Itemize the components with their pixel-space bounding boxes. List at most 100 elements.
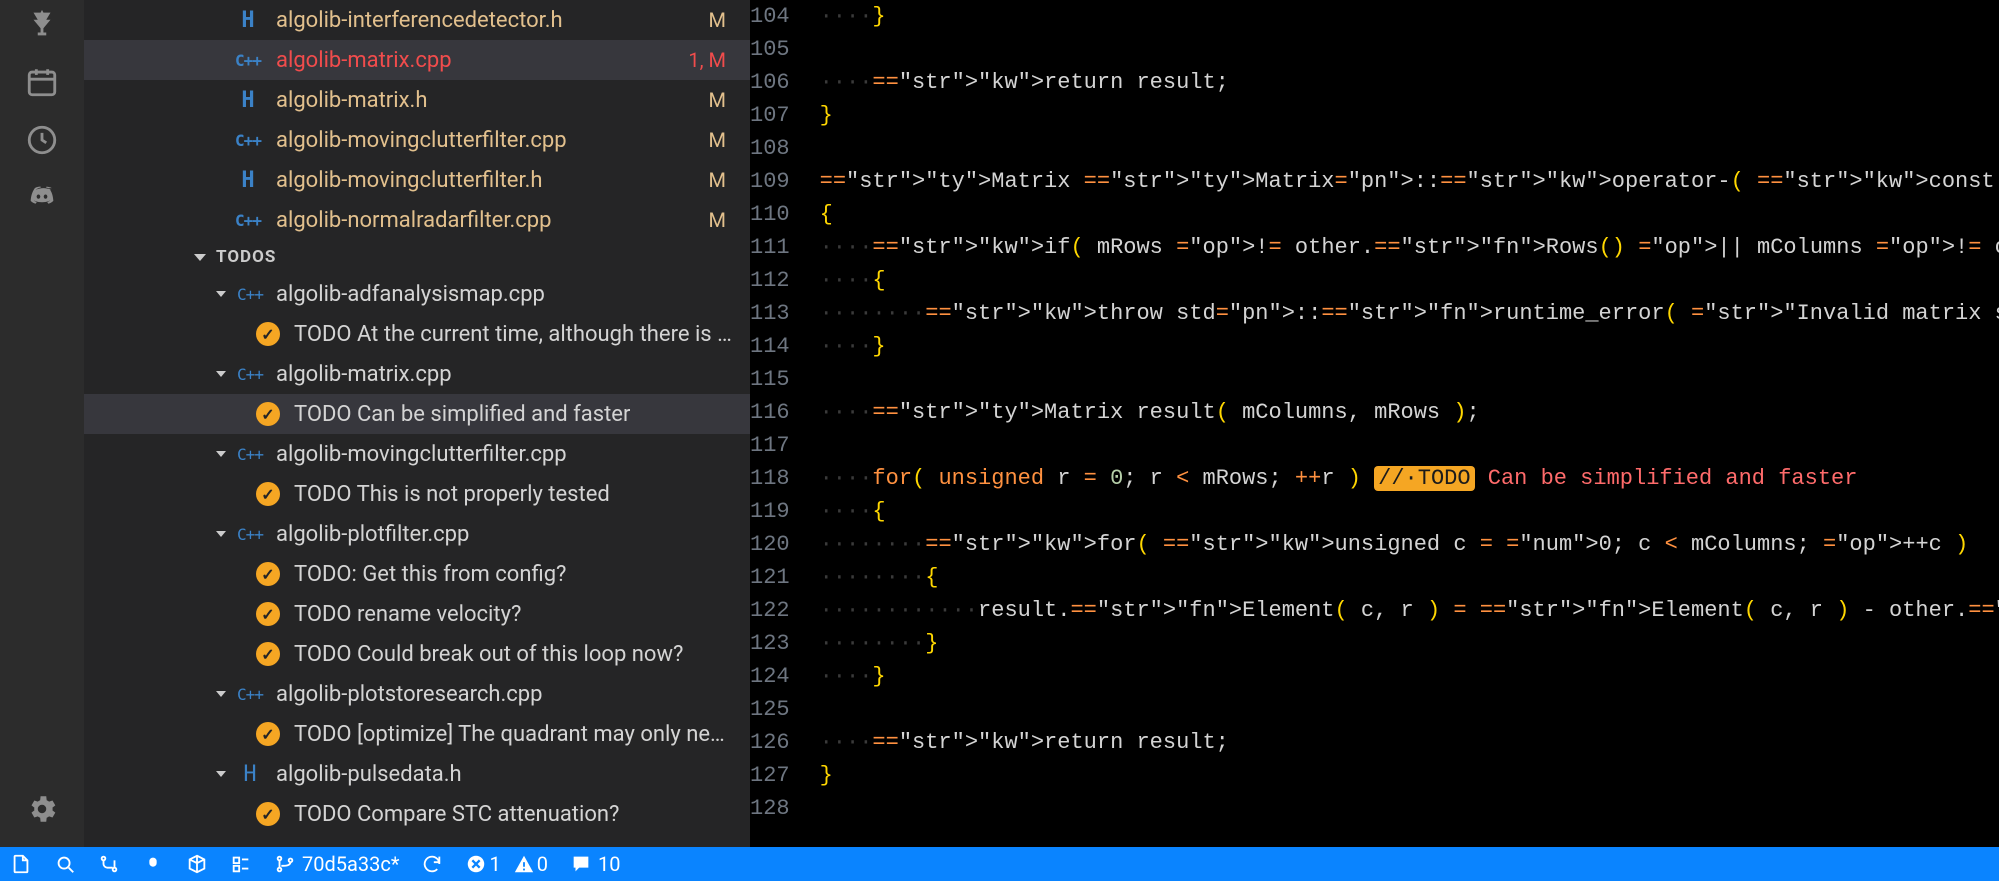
calendar-icon[interactable] (22, 62, 62, 102)
side-panel: Halgolib-interferencedetector.hMC++algol… (84, 0, 750, 847)
file-status-badge: M (709, 128, 726, 152)
cpp-file-icon: C++ (236, 685, 264, 704)
header-file-icon: H (234, 88, 262, 113)
todo-check-icon: ✓ (256, 482, 280, 506)
cpp-file-icon: C++ (234, 211, 262, 230)
comments-count: 10 (598, 852, 620, 876)
todo-item[interactable]: ✓ TODO Could break out of this loop now? (84, 634, 750, 674)
code-content[interactable]: ····} ····=="str">"kw">return result;} =… (820, 0, 1999, 847)
file-name: algolib-interferencedetector.h (276, 8, 709, 33)
file-name: algolib-movingclutterfilter.cpp (276, 128, 709, 153)
todo-check-icon: ✓ (256, 322, 280, 346)
todo-file-name: algolib-pulsedata.h (276, 762, 462, 787)
todo-text: TODO At the current time, although there… (294, 322, 736, 347)
file-name: algolib-matrix.h (276, 88, 709, 113)
cpp-file-icon: C++ (234, 51, 262, 70)
cpp-file-icon: C++ (236, 285, 264, 304)
status-search-icon[interactable] (54, 853, 76, 875)
todo-text: TODO Can be simplified and faster (294, 402, 630, 427)
chevron-down-icon (216, 371, 226, 377)
error-count: 1 (489, 852, 500, 876)
open-editor-item[interactable]: C++ algolib-matrix.cpp1, M (84, 40, 750, 80)
file-name: algolib-movingclutterfilter.h (276, 168, 709, 193)
comments-status[interactable]: 10 (570, 852, 620, 876)
file-status-badge: 1, M (688, 48, 726, 72)
todo-text: TODO rename velocity? (294, 602, 521, 627)
problems-status[interactable]: 1 0 (465, 852, 548, 876)
todo-file-name: algolib-plotstoresearch.cpp (276, 682, 543, 707)
status-bar: 70d5a33c* 1 0 10 (0, 847, 1999, 881)
open-editors-list: Halgolib-interferencedetector.hMC++algol… (84, 0, 750, 240)
todos-section-header[interactable]: TODOS (84, 240, 750, 274)
todo-file-group[interactable]: C++ algolib-adfanalysismap.cpp (84, 274, 750, 314)
todo-file-group[interactable]: C++ algolib-plotstoresearch.cpp (84, 674, 750, 714)
cpp-file-icon: C++ (234, 131, 262, 150)
open-editor-item[interactable]: C++ algolib-normalradarfilter.cppM (84, 200, 750, 240)
todo-item[interactable]: ✓ TODO rename velocity? (84, 594, 750, 634)
chevron-down-icon (216, 451, 226, 457)
open-editor-item[interactable]: C++ algolib-movingclutterfilter.cppM (84, 120, 750, 160)
source-tree-icon[interactable] (22, 4, 62, 44)
todo-item[interactable]: ✓ TODO: Get this from config? (84, 554, 750, 594)
header-file-icon: H (234, 8, 262, 33)
line-number-gutter: 1041051061071081091101111121131141151161… (750, 0, 820, 847)
settings-gear-icon[interactable] (22, 789, 62, 829)
todo-file-group[interactable]: C++ algolib-movingclutterfilter.cpp (84, 434, 750, 474)
cpp-file-icon: C++ (236, 445, 264, 464)
todo-text: TODO: Get this from config? (294, 562, 566, 587)
todo-item[interactable]: ✓ TODO This is not properly tested (84, 474, 750, 514)
file-status-badge: M (709, 168, 726, 192)
git-branch-name: 70d5a33c* (302, 852, 399, 876)
file-status-badge: M (709, 8, 726, 32)
git-branch-status[interactable]: 70d5a33c* (274, 852, 399, 876)
chevron-down-icon (216, 691, 226, 697)
open-editor-item[interactable]: Halgolib-interferencedetector.hM (84, 0, 750, 40)
todo-file-name: algolib-adfanalysismap.cpp (276, 282, 545, 307)
todo-check-icon: ✓ (256, 562, 280, 586)
chevron-down-icon (216, 531, 226, 537)
todo-item[interactable]: ✓ TODO [optimize] The quadrant may only n… (84, 714, 750, 754)
activity-bar (0, 0, 84, 847)
todo-check-icon: ✓ (256, 722, 280, 746)
status-package-icon[interactable] (186, 853, 208, 875)
todo-item[interactable]: ✓ TODO Can be simplified and faster (84, 394, 750, 434)
status-tasks-icon[interactable] (230, 853, 252, 875)
status-debug-icon[interactable] (142, 853, 164, 875)
discord-icon[interactable] (22, 178, 62, 218)
todo-file-group[interactable]: C++ algolib-plotfilter.cpp (84, 514, 750, 554)
chevron-down-icon (216, 291, 226, 297)
todo-text: TODO Compare STC attenuation? (294, 802, 619, 827)
open-editor-item[interactable]: Halgolib-movingclutterfilter.hM (84, 160, 750, 200)
todo-file-name: algolib-plotfilter.cpp (276, 522, 469, 547)
todos-tree: C++ algolib-adfanalysismap.cpp ✓ TODO At th… (84, 274, 750, 847)
open-editor-item[interactable]: Halgolib-matrix.hM (84, 80, 750, 120)
todo-file-group[interactable]: C++ algolib-matrix.cpp (84, 354, 750, 394)
todos-header-label: TODOS (216, 247, 276, 267)
todo-check-icon: ✓ (256, 402, 280, 426)
todo-text: TODO This is not properly tested (294, 482, 610, 507)
file-name: algolib-normalradarfilter.cpp (276, 208, 709, 233)
status-sync-icon[interactable] (421, 853, 443, 875)
file-name: algolib-matrix.cpp (276, 48, 688, 73)
todo-text: TODO [optimize] The quadrant may only ne… (294, 722, 736, 747)
cpp-file-icon: C++ (236, 365, 264, 384)
todo-check-icon: ✓ (256, 802, 280, 826)
todo-text: TODO Could break out of this loop now? (294, 642, 683, 667)
todo-file-name: algolib-movingclutterfilter.cpp (276, 442, 567, 467)
todo-check-icon: ✓ (256, 602, 280, 626)
header-file-icon: H (236, 762, 264, 787)
todo-item[interactable]: ✓ TODO Compare STC attenuation? (84, 794, 750, 834)
chevron-down-icon (216, 771, 226, 777)
todo-check-icon: ✓ (256, 642, 280, 666)
todo-item[interactable]: ✓ TODO At the current time, although ther… (84, 314, 750, 354)
status-file-icon[interactable] (10, 853, 32, 875)
code-editor[interactable]: 1041051061071081091101111121131141151161… (750, 0, 1999, 847)
cpp-file-icon: C++ (236, 525, 264, 544)
header-file-icon: H (234, 168, 262, 193)
todo-file-group[interactable]: Halgolib-pulsedata.h (84, 754, 750, 794)
file-status-badge: M (709, 208, 726, 232)
status-branch-compare-icon[interactable] (98, 853, 120, 875)
todo-file-name: algolib-matrix.cpp (276, 362, 452, 387)
file-status-badge: M (709, 88, 726, 112)
time-machine-icon[interactable] (22, 120, 62, 160)
